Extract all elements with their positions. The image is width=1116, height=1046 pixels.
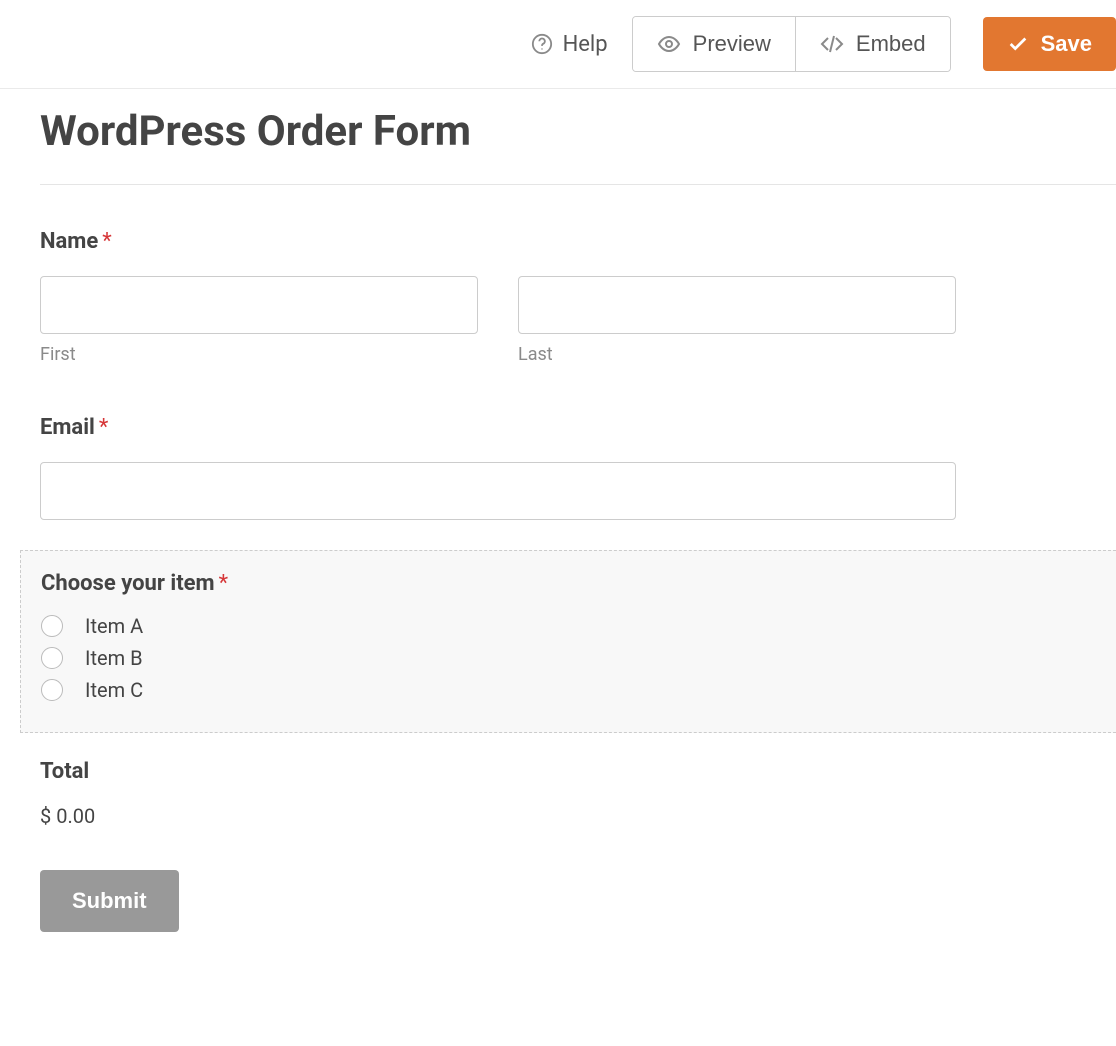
required-asterisk: * [99,415,108,440]
divider [40,184,1116,185]
last-name-col: Last [518,276,956,365]
code-icon [820,32,844,56]
first-name-sublabel: First [40,344,478,365]
email-input[interactable] [40,462,956,520]
save-label: Save [1041,31,1092,57]
save-button[interactable]: Save [983,17,1116,71]
radio-label: Item C [85,678,143,702]
first-name-input[interactable] [40,276,478,334]
last-name-input[interactable] [518,276,956,334]
radio-list: Item A Item B Item C [41,614,1116,702]
total-label: Total [40,759,1116,784]
radio-label: Item A [85,614,143,638]
required-asterisk: * [219,571,228,596]
last-name-sublabel: Last [518,344,956,365]
first-name-col: First [40,276,478,365]
help-button[interactable]: Help [531,32,608,57]
name-label: Name* [40,229,1116,254]
toolbar: Help Preview Embed [0,0,1116,89]
help-label: Help [563,32,608,57]
name-field: Name* First Last [40,229,1116,365]
form-builder-content: WordPress Order Form Name* First Last Em… [0,89,1116,932]
radio-icon[interactable] [41,679,63,701]
radio-item-c[interactable]: Item C [41,678,1116,702]
preview-label: Preview [693,31,771,57]
radio-item-a[interactable]: Item A [41,614,1116,638]
email-field: Email* [40,415,1116,520]
radio-label: Item B [85,646,143,670]
choose-item-label: Choose your item* [41,571,1116,596]
total-value: $ 0.00 [40,804,1116,828]
form-title: WordPress Order Form [40,107,1116,156]
embed-button[interactable]: Embed [795,17,950,71]
email-label: Email* [40,415,1116,440]
preview-embed-group: Preview Embed [632,16,951,72]
total-field: Total $ 0.00 [40,759,1116,828]
choose-item-field[interactable]: Choose your item* Item A Item B Item C [20,550,1116,733]
name-inputs: First Last [40,276,1116,365]
radio-icon[interactable] [41,615,63,637]
submit-button[interactable]: Submit [40,870,179,932]
required-asterisk: * [102,229,111,254]
radio-icon[interactable] [41,647,63,669]
radio-item-b[interactable]: Item B [41,646,1116,670]
email-label-text: Email [40,415,95,440]
choose-item-label-text: Choose your item [41,571,215,596]
name-label-text: Name [40,229,98,254]
help-icon [531,33,553,55]
preview-button[interactable]: Preview [633,17,795,71]
embed-label: Embed [856,31,926,57]
check-icon [1007,33,1029,55]
eye-icon [657,32,681,56]
